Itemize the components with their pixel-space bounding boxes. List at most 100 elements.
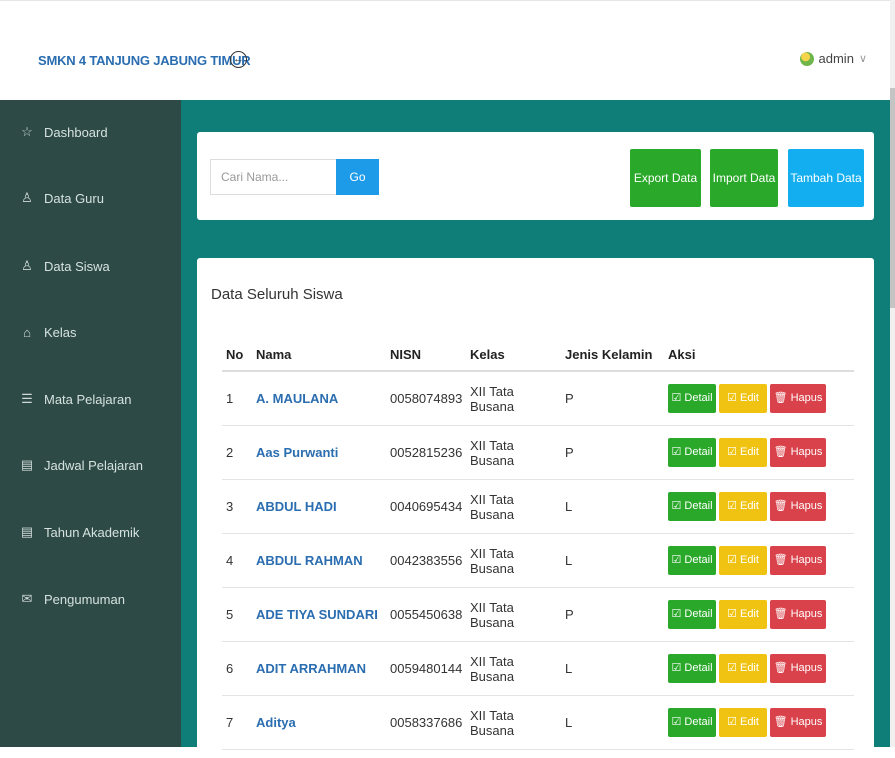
sidebar-item-pengumuman[interactable]: ✉ Pengumuman	[20, 591, 125, 607]
cell-nama[interactable]: Aas Purwanti	[252, 425, 386, 480]
edit-button[interactable]: ☑ Edit	[719, 600, 767, 629]
import-data-button[interactable]: Import Data	[710, 149, 778, 207]
detail-button[interactable]: ☑ Detail	[668, 546, 716, 575]
sidebar-toggle-icon[interactable]: ←	[230, 51, 247, 68]
envelope-icon: ✉	[21, 591, 33, 606]
cell-nama[interactable]: Aditya	[252, 695, 386, 750]
column-header-jenis-kelamin: Jenis Kelamin	[561, 338, 664, 372]
sidebar-item-label: Kelas	[44, 325, 77, 340]
page-scrollbar[interactable]	[890, 0, 895, 747]
cell-kelas: XII Tata Busana	[466, 533, 561, 588]
cell-kelas: XII Tata Busana	[466, 587, 561, 642]
students-table: No Nama NISN Kelas Jenis Kelamin Aksi 1A…	[222, 338, 854, 750]
delete-button[interactable]: 🗑 Hapus	[770, 600, 826, 629]
delete-button[interactable]: 🗑 Hapus	[770, 438, 826, 467]
go-button[interactable]: Go	[336, 159, 379, 195]
cell-no: 7	[222, 695, 252, 750]
edit-button[interactable]: ☑ Edit	[719, 384, 767, 413]
edit-button[interactable]: ☑ Edit	[719, 654, 767, 683]
detail-button[interactable]: ☑ Detail	[668, 600, 716, 629]
delete-button[interactable]: 🗑 Hapus	[770, 384, 826, 413]
column-header-nisn: NISN	[386, 338, 466, 372]
delete-button[interactable]: 🗑 Hapus	[770, 546, 826, 575]
sidebar-item-dashboard[interactable]: ☆ Dashboard	[20, 124, 108, 140]
sidebar-item-label: Data Guru	[44, 190, 104, 206]
cell-no: 6	[222, 641, 252, 696]
cell-nisn: 0058074893	[386, 371, 466, 426]
column-header-kelas: Kelas	[466, 338, 561, 372]
brand-title[interactable]: SMKN 4 TANJUNG JABUNG TIMUR	[38, 53, 251, 68]
sidebar-item-mata-pelajaran[interactable]: ☰ Mata Pelajaran	[20, 391, 131, 407]
chevron-down-icon: ∨	[858, 53, 867, 65]
cell-jenis-kelamin: P	[561, 425, 664, 480]
cell-kelas: XII Tata Busana	[466, 695, 561, 750]
edit-button[interactable]: ☑ Edit	[719, 492, 767, 521]
sidebar: ☆ Dashboard ♙ Data Guru ♙ Data Siswa ⌂ K…	[0, 100, 181, 747]
calendar-icon: ▤	[20, 524, 34, 539]
scrollbar-thumb[interactable]	[890, 88, 895, 308]
sidebar-item-label: Tahun Akademik	[44, 524, 140, 540]
detail-button[interactable]: ☑ Detail	[668, 492, 716, 521]
delete-button[interactable]: 🗑 Hapus	[770, 654, 826, 683]
table-row: 5 ADE TIYA SUNDARI 0055450638 XII Tata Busa…	[222, 587, 854, 642]
cell-no: 1	[222, 371, 252, 426]
calendar-icon: ▤	[20, 457, 34, 472]
database-icon: ☰	[21, 391, 33, 406]
cell-kelas: XII Tata Busana	[466, 479, 561, 534]
cell-no: 5	[222, 587, 252, 642]
table-header-row: No Nama NISN Kelas Jenis Kelamin Aksi	[222, 338, 854, 372]
avatar-icon	[799, 51, 814, 66]
search-input[interactable]: Cari Nama...	[210, 159, 336, 195]
edit-button[interactable]: ☑ Edit	[719, 546, 767, 575]
cell-nama[interactable]: ADE TIYA SUNDARI	[252, 587, 386, 642]
cell-no: 4	[222, 533, 252, 588]
cell-jenis-kelamin: L	[561, 533, 664, 588]
detail-button[interactable]: ☑ Detail	[668, 438, 716, 467]
export-data-button[interactable]: Export Data	[630, 149, 701, 207]
add-data-button[interactable]: Tambah Data	[788, 149, 864, 207]
users-icon: ♙	[21, 190, 33, 205]
sidebar-item-data-guru[interactable]: ♙ Data Guru	[20, 190, 104, 206]
cell-jenis-kelamin: L	[561, 479, 664, 534]
table-row: 7 Aditya 0058337686 XII Tata Busana L ☑ Detai…	[222, 695, 854, 750]
delete-button[interactable]: 🗑 Hapus	[770, 708, 826, 737]
sidebar-item-data-siswa[interactable]: ♙ Data Siswa	[20, 258, 110, 274]
delete-button[interactable]: 🗑 Hapus	[770, 492, 826, 521]
sidebar-item-label: Mata Pelajaran	[44, 391, 132, 407]
cell-nama[interactable]: A. MAULANA	[252, 371, 386, 426]
cell-aksi: ☑ Detail ☑ Edit 🗑 Hapus	[664, 479, 854, 534]
table-row: 6 ADIT ARRAHMAN 0059480144 XII Tata Busana L…	[222, 641, 854, 696]
table-row: 3 ABDUL HADI 0040695434 XII Tata Busana L ☑ D…	[222, 479, 854, 534]
cell-nama[interactable]: ABDUL RAHMAN	[252, 533, 386, 588]
toolbar-card: Cari Nama... Go Export Data Import Data …	[197, 132, 874, 220]
cell-nama[interactable]: ADIT ARRAHMAN	[252, 641, 386, 696]
users-icon: ♙	[21, 258, 33, 273]
cell-aksi: ☑ Detail ☑ Edit 🗑 Hapus	[664, 425, 854, 480]
sidebar-item-label: Data Siswa	[44, 258, 110, 274]
cell-aksi: ☑ Detail ☑ Edit 🗑 Hapus	[664, 587, 854, 642]
column-header-nama: Nama	[252, 338, 386, 372]
cell-jenis-kelamin: L	[561, 695, 664, 750]
cell-nama[interactable]: ABDUL HADI	[252, 479, 386, 534]
detail-button[interactable]: ☑ Detail	[668, 654, 716, 683]
sidebar-item-kelas[interactable]: ⌂ Kelas	[20, 325, 77, 340]
cell-nisn: 0040695434	[386, 479, 466, 534]
students-card: Data Seluruh Siswa No Nama NISN Kelas Je…	[197, 258, 874, 758]
cell-nisn: 0052815236	[386, 425, 466, 480]
cell-jenis-kelamin: P	[561, 371, 664, 426]
cell-kelas: XII Tata Busana	[466, 371, 561, 426]
user-menu[interactable]: admin ∨	[799, 51, 867, 66]
card-title: Data Seluruh Siswa	[211, 286, 343, 303]
detail-button[interactable]: ☑ Detail	[668, 384, 716, 413]
sidebar-item-tahun-akademik[interactable]: ▤ Tahun Akademik	[20, 524, 140, 540]
edit-button[interactable]: ☑ Edit	[719, 708, 767, 737]
top-navbar: SMKN 4 TANJUNG JABUNG TIMUR ← admin ∨	[0, 0, 895, 101]
sidebar-item-label: Dashboard	[44, 124, 108, 140]
column-header-aksi: Aksi	[664, 338, 854, 372]
edit-button[interactable]: ☑ Edit	[719, 438, 767, 467]
detail-button[interactable]: ☑ Detail	[668, 708, 716, 737]
cell-no: 2	[222, 425, 252, 480]
sidebar-item-jadwal-pelajaran[interactable]: ▤ Jadwal Pelajaran	[20, 457, 143, 473]
cell-aksi: ☑ Detail ☑ Edit 🗑 Hapus	[664, 371, 854, 426]
cell-nisn: 0055450638	[386, 587, 466, 642]
